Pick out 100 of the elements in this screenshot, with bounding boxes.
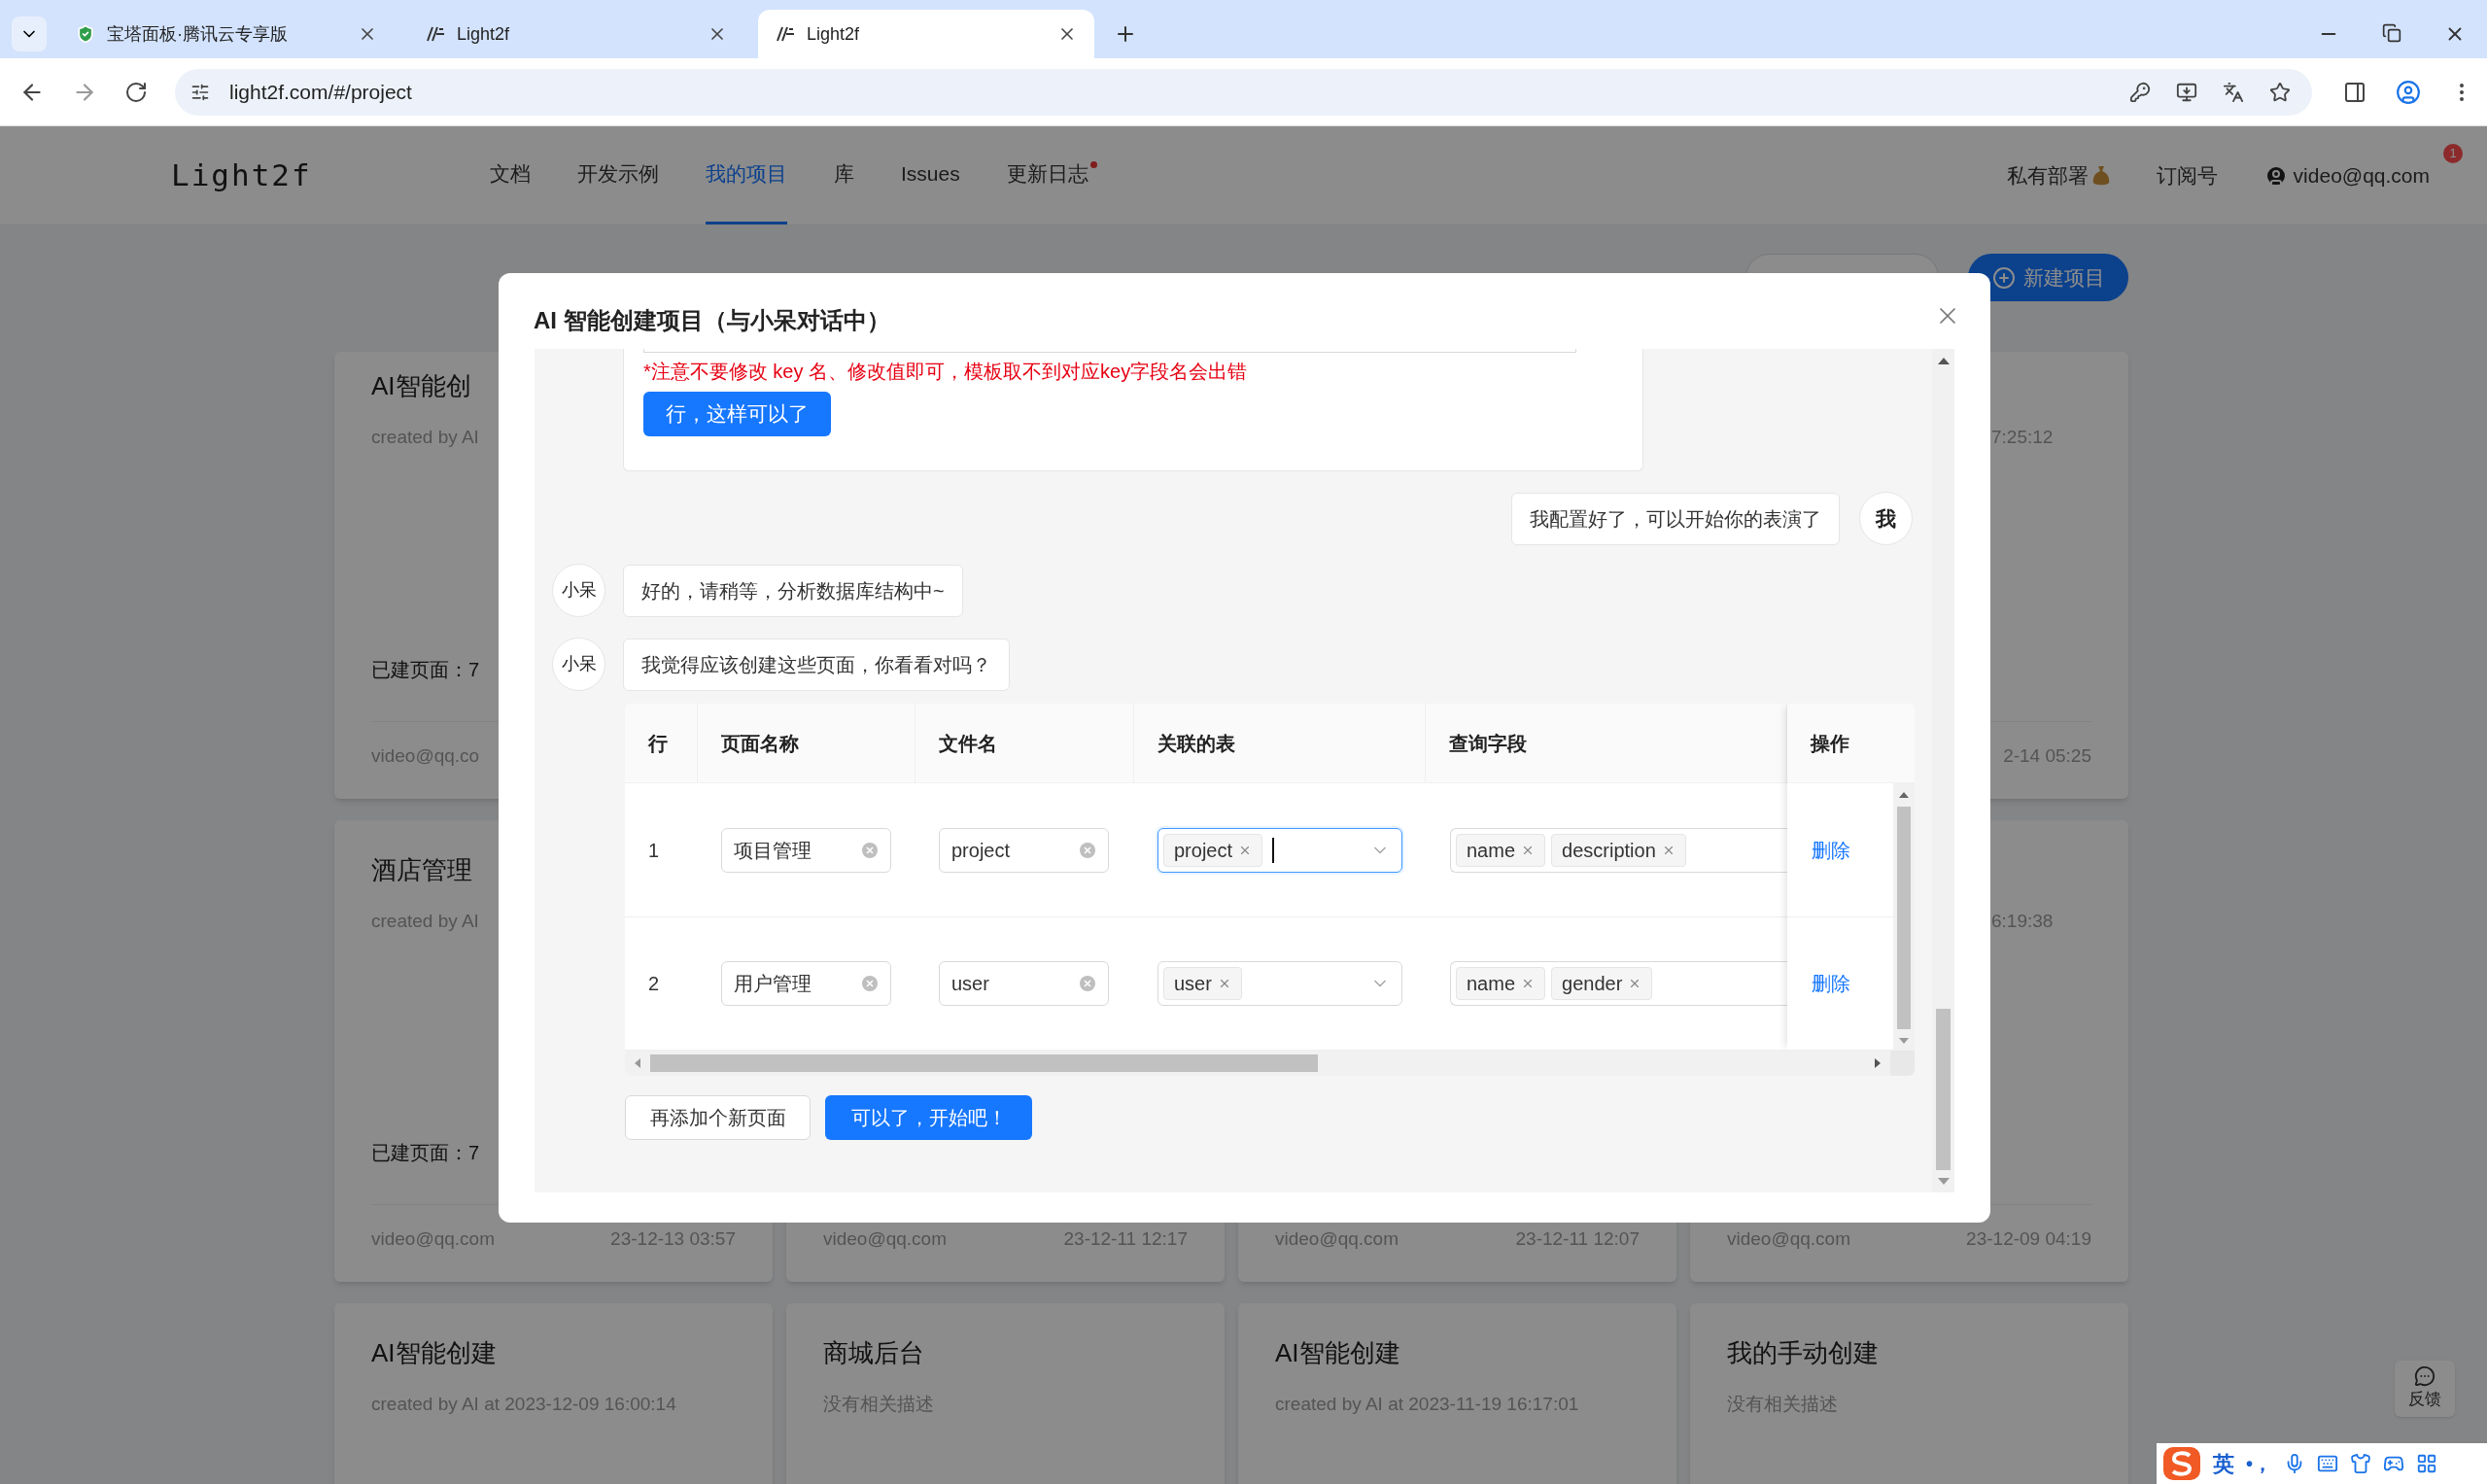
browser-tab[interactable]: 宝塔面板·腾讯云专享版 <box>58 10 395 58</box>
nav-item[interactable]: 更新日志 <box>1006 126 1088 224</box>
add-page-button[interactable]: 再添加个新页面 <box>625 1095 811 1140</box>
project-card[interactable]: AI智能创建 created by AI at 2023-11-19 16:17:01 <box>1238 1303 1676 1484</box>
fields-select[interactable]: name gender <box>1450 961 1787 1006</box>
scroll-right-icon[interactable] <box>1875 1058 1881 1068</box>
tag: name <box>1456 833 1546 867</box>
nav-item[interactable]: 我的项目 <box>706 126 787 224</box>
scroll-up-icon[interactable] <box>1899 792 1909 798</box>
card-subtitle: 7:25:12 <box>1991 427 2054 447</box>
confirm-config-button[interactable]: 行，这样可以了 <box>643 392 831 436</box>
vertical-scrollbar[interactable] <box>1932 349 1954 1192</box>
page-name-field[interactable]: 项目管理 <box>721 827 891 873</box>
scroll-down-icon[interactable] <box>1937 1178 1950 1185</box>
project-card[interactable]: AI智能创建 created by AI at 2023-12-09 16:00:14 <box>334 1303 773 1484</box>
side-panel-icon[interactable] <box>2343 80 2366 104</box>
chat-icon <box>2414 1365 2435 1388</box>
feedback-label: 反馈 <box>2408 1389 2441 1411</box>
url-text: light2f.com/#/project <box>229 79 412 105</box>
tag: user <box>1163 967 1242 1000</box>
avatar: 小呆 <box>552 564 605 617</box>
nav-item[interactable]: Issues <box>901 126 960 224</box>
scroll-down-icon[interactable] <box>1899 1038 1909 1044</box>
card-subtitle: created by AI at 2023-12-09 16:00:14 <box>371 1394 676 1414</box>
column-header: 关联的表 <box>1157 731 1235 756</box>
nav-item[interactable]: 文档 <box>490 126 531 224</box>
file-name-field[interactable]: project <box>939 827 1109 873</box>
chat-bubble: 好的，请稍等，分析数据库结构中~ <box>623 564 963 617</box>
card-email: video@qq.co <box>371 744 480 768</box>
tab-title: 宝塔面板·腾讯云专享版 <box>107 22 289 46</box>
vertical-scrollbar[interactable] <box>1893 783 1915 1051</box>
row-number: 2 <box>648 972 660 996</box>
card-date: 23-12-11 12:17 <box>1063 1227 1188 1251</box>
card-email: video@qq.com <box>1275 1227 1399 1251</box>
private-deploy-link[interactable]: 私有部署 <box>2006 159 2089 191</box>
translate-icon[interactable] <box>2223 81 2244 103</box>
scroll-thumb[interactable] <box>1897 807 1911 1029</box>
scroll-thumb[interactable] <box>1936 1009 1951 1170</box>
nav-item[interactable]: 库 <box>834 126 854 224</box>
table-select[interactable]: project <box>1157 827 1402 873</box>
file-name-field[interactable]: user <box>939 961 1109 1006</box>
scroll-left-icon[interactable] <box>635 1058 640 1068</box>
fields-select[interactable]: name description <box>1450 827 1787 873</box>
avatar: 我 <box>1859 492 1913 545</box>
browser-tab[interactable]: Light2f <box>758 10 1094 58</box>
logo-icon <box>776 26 795 42</box>
card-title: AI智能创建 <box>1275 1338 1400 1367</box>
horizontal-scrollbar[interactable] <box>625 1051 1890 1076</box>
table-select[interactable]: user <box>1157 961 1402 1006</box>
delete-link[interactable]: 删除 <box>1812 969 1850 998</box>
card-subtitle: created by AI at 2023-11-19 16:17:01 <box>1275 1394 1579 1414</box>
install-icon[interactable] <box>2176 81 2197 103</box>
column-header: 页面名称 <box>721 731 799 756</box>
card-title: 酒店管理 <box>371 855 472 884</box>
card-subtitle: 6:19:38 <box>1991 911 2054 931</box>
address-bar[interactable]: light2f.com/#/project <box>175 68 2312 116</box>
delete-link[interactable]: 删除 <box>1812 835 1850 865</box>
card-email: video@qq.com <box>1727 1227 1851 1251</box>
s-logo-icon[interactable] <box>2162 1446 2201 1481</box>
card-date: 23-12-11 12:07 <box>1515 1227 1640 1251</box>
card-date: 23-12-09 04:19 <box>1966 1227 2091 1251</box>
card-subtitle: 没有相关描述 <box>823 1394 934 1414</box>
input-mode[interactable]: 英 <box>2213 1447 2234 1480</box>
reload-icon[interactable] <box>124 80 148 104</box>
card-email: video@qq.com <box>371 1227 496 1251</box>
browser-tab[interactable]: Light2f <box>408 10 744 58</box>
site-logo[interactable]: Light2f <box>171 153 490 198</box>
feedback-button[interactable]: 反馈 <box>2395 1361 2455 1417</box>
card-subtitle: 没有相关描述 <box>1727 1394 1838 1414</box>
restore-icon[interactable] <box>2382 23 2401 43</box>
punctuation-mode[interactable]: •， <box>2246 1449 2272 1478</box>
page-name-field[interactable]: 用户管理 <box>721 961 891 1006</box>
subscribe-link[interactable]: 订阅号 <box>2156 159 2218 191</box>
start-button[interactable]: 可以了，开始吧！ <box>825 1095 1032 1140</box>
scroll-up-icon[interactable] <box>1937 357 1950 364</box>
card-title: AI智能创 <box>371 371 471 400</box>
warning-text: *注意不要修改 key 名、修改值即可，模板取不到对应key字段名会出错 <box>643 360 1249 384</box>
key-icon[interactable] <box>2129 81 2151 103</box>
text-cursor <box>1272 837 1275 863</box>
user-email[interactable]: video@qq.com <box>2293 159 2430 191</box>
column-header: 文件名 <box>939 731 997 756</box>
keyboard-icon[interactable] <box>2317 1453 2338 1474</box>
project-card[interactable]: 我的手动创建 没有相关描述 <box>1690 1303 2128 1484</box>
profile-icon[interactable] <box>2396 79 2421 105</box>
column-header: 查询字段 <box>1449 731 1527 756</box>
grid-icon[interactable] <box>2416 1453 2437 1474</box>
row-number: 1 <box>648 838 660 863</box>
scroll-thumb[interactable] <box>650 1054 1318 1072</box>
logo-icon <box>426 26 445 42</box>
nav-item[interactable]: 开发示例 <box>577 126 659 224</box>
card-title: AI智能创建 <box>371 1338 497 1367</box>
site-info-icon[interactable] <box>190 82 210 102</box>
column-header: 行 <box>648 731 668 756</box>
avatar: 小呆 <box>552 638 605 691</box>
shirt-icon[interactable] <box>2350 1453 2371 1474</box>
star-icon[interactable] <box>2269 81 2291 103</box>
project-card[interactable]: 商城后台 没有相关描述 <box>786 1303 1225 1484</box>
new-project-button[interactable]: 新建项目 <box>1968 254 2128 301</box>
card-date: 2-14 05:25 <box>2003 744 2091 768</box>
tab-title: Light2f <box>457 22 511 46</box>
